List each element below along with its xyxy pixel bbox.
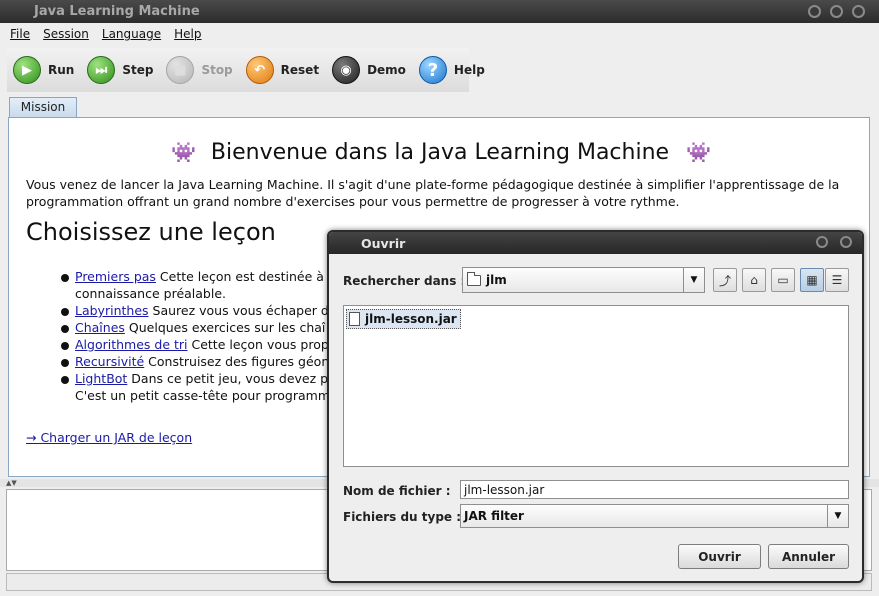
list-item[interactable]: jlm-lesson.jar bbox=[346, 309, 461, 329]
cancel-button[interactable]: Annuler bbox=[768, 544, 849, 569]
lesson-description: Construisez des figures géon bbox=[144, 354, 330, 369]
new-folder-icon: ▭ bbox=[777, 273, 789, 287]
home-icon: ⌂ bbox=[750, 273, 758, 287]
step-icon: ⏭ bbox=[87, 56, 116, 84]
menu-bar: File Session Language Help bbox=[0, 23, 879, 45]
help-button[interactable]: ? Help bbox=[418, 56, 485, 84]
step-label: Step bbox=[122, 63, 154, 77]
folder-icon bbox=[467, 271, 481, 286]
file-list[interactable]: jlm-lesson.jar bbox=[343, 305, 849, 467]
window-titlebar: Java Learning Machine bbox=[0, 0, 879, 23]
bullet bbox=[61, 308, 69, 316]
lesson-link-premiers-pas[interactable]: Premiers pas bbox=[75, 269, 156, 284]
home-button[interactable]: ⌂ bbox=[742, 268, 766, 292]
question-mark-icon: ? bbox=[418, 56, 447, 84]
help-label: Help bbox=[453, 63, 485, 77]
bullet bbox=[61, 376, 69, 384]
lesson-description: Dans ce petit jeu, vous devez p bbox=[127, 371, 329, 386]
look-in-value: jlm bbox=[486, 273, 507, 287]
lesson-description: Saurez vous vous échaper d bbox=[148, 303, 329, 318]
menu-file[interactable]: File bbox=[10, 27, 30, 41]
dialog-window-controls bbox=[816, 236, 852, 248]
filetype-label: Fichiers du type : bbox=[343, 510, 462, 524]
window-title: Java Learning Machine bbox=[34, 4, 200, 19]
list-view-icon: ▦ bbox=[806, 273, 818, 287]
dialog-maximize-button[interactable] bbox=[816, 236, 828, 248]
look-in-combo[interactable]: jlm ▼ bbox=[462, 267, 705, 293]
stop-icon: ■ bbox=[166, 56, 195, 84]
lesson-link-labyrinthes[interactable]: Labyrinthes bbox=[75, 303, 149, 318]
menu-help[interactable]: Help bbox=[174, 27, 201, 41]
toolbar: ▶ Run ⏭ Step ■ Stop ↶ Reset ◉ Demo ? Hel… bbox=[7, 48, 485, 92]
file-name: jlm-lesson.jar bbox=[365, 312, 457, 326]
play-icon: ▶ bbox=[13, 56, 41, 84]
welcome-text: Bienvenue dans la Java Learning Machine bbox=[210, 140, 670, 165]
open-file-dialog: Ouvrir Rechercher dans : jlm ▼ ⤴ ⌂ ▭ ▦ ☰… bbox=[327, 230, 864, 583]
list-view-button[interactable]: ▦ bbox=[800, 268, 824, 292]
look-in-label: Rechercher dans : bbox=[343, 274, 466, 288]
close-button[interactable] bbox=[852, 5, 865, 18]
intro-paragraph: Vous venez de lancer la Java Learning Ma… bbox=[26, 177, 840, 209]
lesson-link-algorithmes-de-tri[interactable]: Algorithmes de tri bbox=[75, 337, 188, 352]
bullet bbox=[61, 274, 69, 282]
lesson-link-recursivite[interactable]: Recursivité bbox=[75, 354, 144, 369]
chevron-down-icon: ▼ bbox=[827, 505, 848, 527]
new-folder-button[interactable]: ▭ bbox=[771, 268, 795, 292]
chevron-down-icon: ▼ bbox=[683, 268, 704, 292]
space-invader-icon: 👾 bbox=[686, 140, 711, 164]
menu-help-label: Help bbox=[174, 27, 202, 41]
welcome-heading: 👾 Bienvenue dans la Java Learning Machin… bbox=[9, 140, 871, 165]
up-folder-button[interactable]: ⤴ bbox=[713, 268, 737, 292]
filename-label: Nom de fichier : bbox=[343, 484, 451, 498]
lesson-link-lightbot[interactable]: LightBot bbox=[75, 371, 127, 386]
details-view-button[interactable]: ☰ bbox=[825, 268, 849, 292]
dialog-close-button[interactable] bbox=[840, 236, 852, 248]
stop-label: Stop bbox=[201, 63, 233, 77]
bullet bbox=[61, 359, 69, 367]
lesson-link-chaines[interactable]: Chaînes bbox=[75, 320, 125, 335]
stop-button[interactable]: ■ Stop bbox=[166, 56, 233, 84]
bullet bbox=[61, 325, 69, 333]
step-button[interactable]: ⏭ Step bbox=[87, 56, 153, 84]
file-icon bbox=[349, 312, 360, 326]
up-folder-icon: ⤴ bbox=[718, 273, 731, 288]
menu-session[interactable]: Session bbox=[43, 27, 89, 41]
menu-session-label: Session bbox=[43, 27, 89, 41]
choose-lesson-heading: Choisissez une leçon bbox=[26, 218, 276, 246]
load-jar-link[interactable]: → Charger un JAR de leçon bbox=[26, 430, 192, 445]
menu-language[interactable]: Language bbox=[102, 27, 161, 41]
filetype-combo[interactable]: JAR filter ▼ bbox=[460, 504, 849, 528]
demo-button[interactable]: ◉ Demo bbox=[332, 56, 406, 84]
filename-value: jlm-lesson.jar bbox=[464, 482, 545, 497]
demo-icon: ◉ bbox=[332, 56, 361, 84]
run-button[interactable]: ▶ Run bbox=[13, 56, 74, 84]
undo-arrow-icon: ↶ bbox=[245, 56, 274, 84]
reset-label: Reset bbox=[280, 63, 320, 77]
reset-button[interactable]: ↶ Reset bbox=[245, 56, 320, 84]
space-invader-icon: 👾 bbox=[171, 140, 196, 164]
maximize-button[interactable] bbox=[830, 5, 843, 18]
minimize-button[interactable] bbox=[808, 5, 821, 18]
lesson-description: Cette leçon est destinée à g bbox=[155, 269, 336, 284]
demo-label: Demo bbox=[367, 63, 406, 77]
menu-language-label: Language bbox=[101, 27, 162, 41]
lesson-description-cont: C'est un petit casse-tête pour programm bbox=[75, 388, 330, 403]
menu-file-label: File bbox=[10, 27, 31, 41]
run-label: Run bbox=[48, 63, 75, 77]
details-view-icon: ☰ bbox=[831, 273, 843, 287]
dialog-title: Ouvrir bbox=[361, 236, 406, 251]
dialog-titlebar: Ouvrir bbox=[329, 232, 862, 254]
filetype-value: JAR filter bbox=[464, 509, 524, 523]
open-button[interactable]: Ouvrir bbox=[678, 544, 761, 569]
lesson-description-cont: connaissance préalable. bbox=[75, 286, 226, 301]
bullet bbox=[61, 342, 69, 350]
lesson-description: Quelques exercices sur les chaî bbox=[124, 320, 326, 335]
lesson-description: Cette leçon vous prop bbox=[187, 337, 329, 352]
tab-mission[interactable]: Mission bbox=[9, 97, 77, 117]
filename-field[interactable]: jlm-lesson.jar bbox=[460, 480, 849, 499]
window-controls bbox=[808, 5, 865, 18]
